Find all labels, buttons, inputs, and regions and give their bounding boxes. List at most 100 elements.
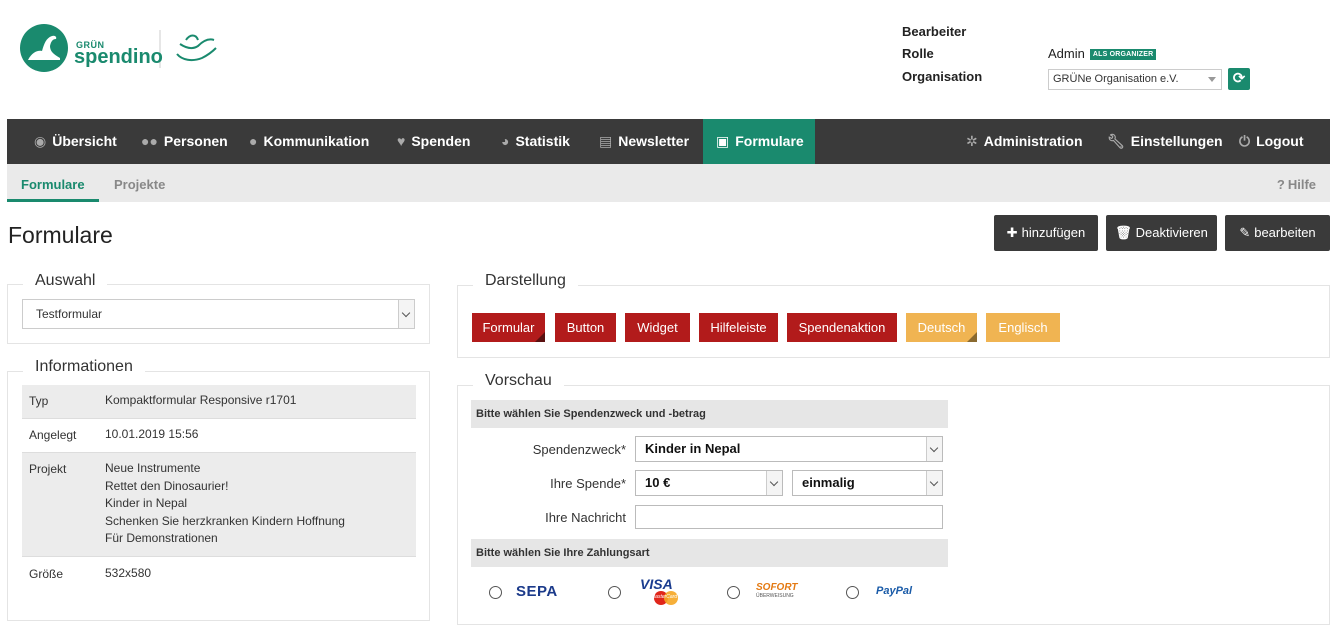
- nav-label: Administration: [983, 133, 1083, 149]
- nav-label: Statistik: [515, 133, 570, 149]
- help-label: Hilfe: [1287, 177, 1316, 192]
- nav-item-uebersicht[interactable]: ◉ Übersicht: [34, 119, 117, 164]
- meta-label-bearbeiter: Bearbeiter: [902, 24, 967, 39]
- deutsch-button[interactable]: Deutsch: [906, 313, 977, 342]
- project-item: Schenken Sie herzkranken Kindern Hoffnun…: [105, 513, 345, 528]
- spendenzweck-select[interactable]: Kinder in Nepal: [635, 436, 943, 462]
- chevron-down-icon: [766, 471, 782, 495]
- main-navigation: ◉ Übersicht ●● Personen ● Kommunikation ♥ Sp…: [7, 119, 1330, 164]
- nav-label: Personen: [163, 133, 228, 149]
- wrench-icon: 🔧︎: [1107, 133, 1125, 149]
- project-item: Rettet den Dinosaurier!: [105, 478, 229, 493]
- nav-label: Formulare: [735, 133, 804, 149]
- auswahl-legend: Auswahl: [23, 272, 108, 290]
- required-mark: *: [620, 476, 626, 491]
- spendenzweck-label: Spendenzweck*: [500, 442, 626, 457]
- nav-item-formulare[interactable]: ▣ Formulare: [703, 119, 815, 164]
- refresh-icon[interactable]: ⟳: [1228, 68, 1250, 90]
- spendenaktion-button[interactable]: Spendenaktion: [787, 313, 897, 342]
- nav-item-kommunikation[interactable]: ● Kommunikation: [249, 119, 369, 164]
- informationen-legend: Informationen: [23, 358, 145, 376]
- hilfeleiste-button[interactable]: Hilfeleiste: [699, 313, 778, 342]
- form-select-value: Testformular: [36, 307, 103, 321]
- amount-select[interactable]: 10 €: [635, 470, 783, 496]
- nachricht-input[interactable]: [635, 505, 943, 529]
- spende-label: Ihre Spende*: [500, 476, 626, 491]
- paypal-radio[interactable]: [846, 586, 859, 599]
- nav-item-einstellungen[interactable]: 🔧︎ Einstellungen: [1107, 119, 1223, 164]
- meta-label-rolle: Rolle: [902, 46, 934, 61]
- darstellung-legend: Darstellung: [473, 272, 578, 290]
- info-row-typ: Typ Kompaktformular Responsive r1701: [22, 385, 416, 418]
- interval-select[interactable]: einmalig: [792, 470, 943, 496]
- nav-item-newsletter[interactable]: ▤ Newsletter: [599, 119, 689, 164]
- widget-button[interactable]: Widget: [625, 313, 690, 342]
- form-select[interactable]: Testformular: [22, 299, 415, 329]
- nav-label: Spenden: [411, 133, 471, 149]
- sepa-radio[interactable]: [489, 586, 502, 599]
- info-key: Größe: [29, 567, 64, 581]
- project-item: Für Demonstrationen: [105, 531, 218, 545]
- organisation-select-value: GRÜNe Organisation e.V.: [1053, 73, 1179, 85]
- sub-navigation: Formulare Projekte ? Hilfe: [7, 164, 1330, 202]
- role-text: Admin: [1048, 46, 1085, 61]
- info-value-list: Neue Instrumente Rettet den Dinosaurier!…: [105, 460, 345, 548]
- nav-item-statistik[interactable]: ◕ Statistik: [501, 119, 570, 164]
- project-item: Neue Instrumente: [105, 461, 201, 475]
- chevron-down-icon: [926, 471, 942, 495]
- add-button-label: hinzufügen: [1021, 225, 1086, 240]
- heart-icon: ♥: [397, 133, 406, 149]
- nav-label: Einstellungen: [1130, 133, 1223, 149]
- paypal-logo: PayPal: [876, 585, 913, 597]
- add-button[interactable]: ✚ hinzufügen: [994, 215, 1098, 251]
- nav-label: Newsletter: [618, 133, 690, 149]
- gears-icon: ✲: [966, 133, 978, 149]
- spendino-logo[interactable]: GRÜN spendino: [20, 24, 225, 74]
- info-value: Kompaktformular Responsive r1701: [105, 393, 297, 407]
- nav-item-logout[interactable]: ⏻ Logout: [1239, 119, 1304, 164]
- englisch-button[interactable]: Englisch: [986, 313, 1060, 342]
- info-row-angelegt: Angelegt 10.01.2019 15:56: [22, 418, 416, 452]
- nav-label: Kommunikation: [263, 133, 370, 149]
- spendenzweck-select-value: Kinder in Nepal: [645, 441, 741, 456]
- info-key: Projekt: [29, 462, 67, 476]
- mastercard-text: MasterCard: [651, 594, 678, 600]
- spende-label-text: Ihre Spende: [550, 476, 621, 491]
- edit-icon: ✎: [1239, 225, 1251, 240]
- power-icon: ⏻: [1239, 133, 1251, 149]
- formular-button[interactable]: Formular: [472, 313, 545, 342]
- info-key: Angelegt: [29, 428, 77, 442]
- chevron-down-icon: [926, 437, 942, 461]
- role-badge: ALS ORGANIZER: [1089, 49, 1157, 61]
- visa-radio[interactable]: [608, 586, 621, 599]
- page-title: Formulare: [8, 222, 113, 248]
- sepa-logo: SEPA: [516, 583, 558, 600]
- dashboard-icon: ◉: [34, 133, 47, 149]
- chevron-down-icon: [1208, 77, 1216, 82]
- sofort-radio[interactable]: [727, 586, 740, 599]
- meta-label-organisation: Organisation: [902, 69, 983, 84]
- tab-formulare[interactable]: Formulare: [7, 164, 99, 202]
- tab-projekte[interactable]: Projekte: [114, 164, 165, 202]
- spendenzweck-label-text: Spendenzweck: [532, 442, 621, 457]
- nav-item-spenden[interactable]: ♥ Spenden: [397, 119, 470, 164]
- newspaper-icon: ▤: [599, 133, 613, 149]
- logo-main-text: spendino: [74, 46, 163, 68]
- edit-button-label: bearbeiten: [1254, 225, 1316, 240]
- visa-mastercard-logo: VISA MasterCard: [636, 576, 682, 606]
- help-link[interactable]: ? Hilfe: [1277, 164, 1316, 202]
- required-mark: *: [620, 442, 626, 457]
- question-icon: ?: [1276, 177, 1285, 192]
- organisation-select[interactable]: GRÜNe Organisation e.V.: [1048, 69, 1222, 90]
- nav-item-personen[interactable]: ●● Personen: [141, 119, 228, 164]
- nav-label: Übersicht: [52, 133, 117, 149]
- info-value: 532x580: [105, 566, 152, 580]
- button-button[interactable]: Button: [555, 313, 616, 342]
- plus-icon: ✚: [1006, 225, 1018, 240]
- preview-section-purpose: Bitte wählen Sie Spendenzweck und -betra…: [471, 400, 948, 428]
- pie-chart-icon: ◕: [501, 133, 510, 149]
- deactivate-button[interactable]: 🗑︎ Deaktivieren: [1106, 215, 1217, 251]
- role-value: Admin ALS ORGANIZER: [1048, 46, 1157, 61]
- edit-button[interactable]: ✎ bearbeiten: [1225, 215, 1330, 251]
- nav-item-administration[interactable]: ✲ Administration: [966, 119, 1083, 164]
